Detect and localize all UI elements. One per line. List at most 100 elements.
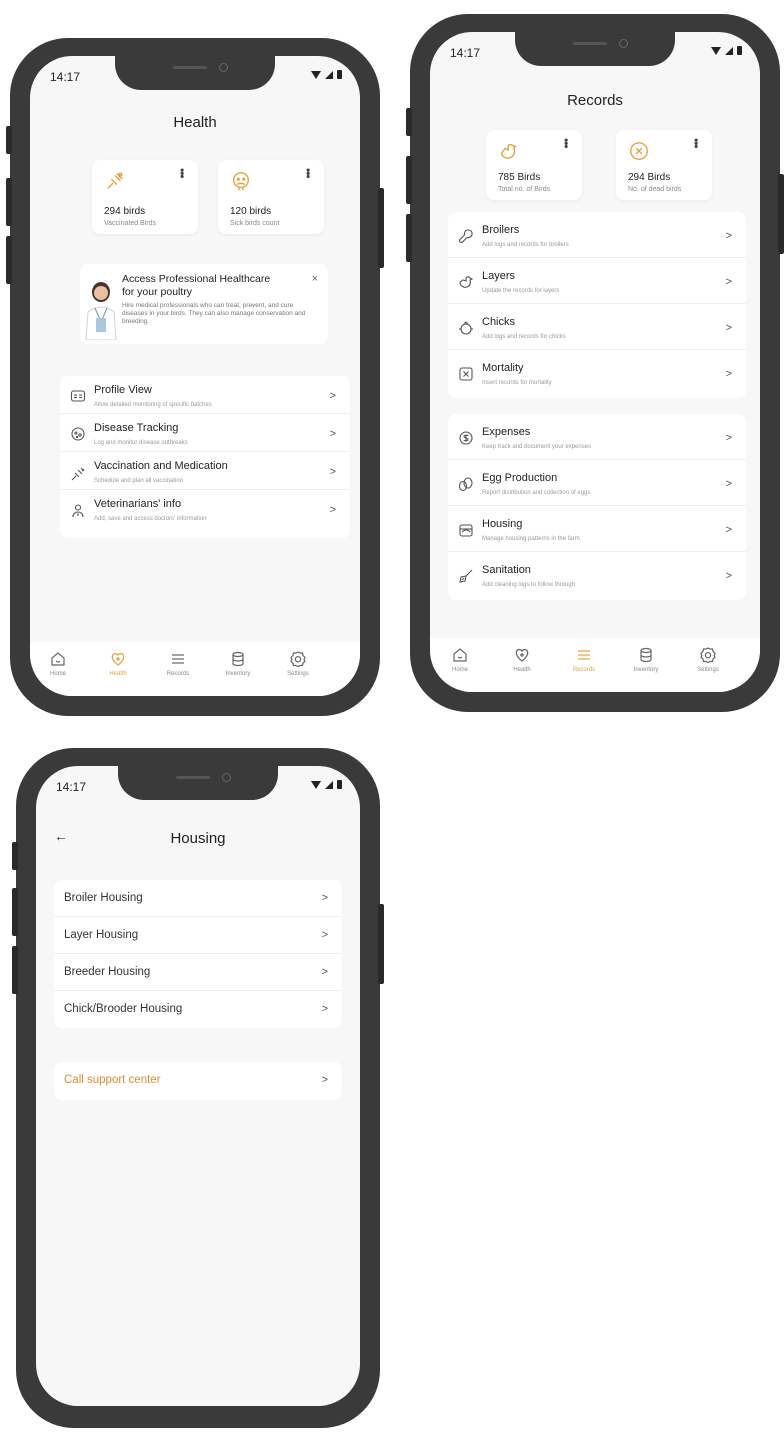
- menu-item-subtitle: Insert records for mortality: [482, 380, 552, 386]
- menu-item-chicks[interactable]: Chicks Add logs and records for chicks >: [448, 304, 746, 350]
- stat-label: No. of dead birds: [628, 186, 682, 193]
- side-button: [12, 888, 18, 936]
- syringe-bird-icon: [107, 172, 123, 189]
- page-title: Records: [567, 92, 623, 109]
- chevron-right-icon: >: [725, 322, 732, 334]
- notch: [115, 56, 275, 90]
- housing-item-title: Broiler Housing: [64, 892, 143, 904]
- close-icon[interactable]: ×: [312, 273, 318, 285]
- menu-item-veterinarians[interactable]: Veterinarians' info Add, save and access…: [60, 490, 350, 528]
- nav-home[interactable]: Home: [32, 650, 84, 677]
- menu-item-layers[interactable]: Layers Update the records for layers >: [448, 258, 746, 304]
- nav-home[interactable]: Home: [434, 646, 486, 673]
- menu-item-title: Egg Production: [482, 472, 558, 484]
- signal-icon: [725, 46, 733, 55]
- stat-label: Total no. of Birds: [498, 186, 551, 193]
- banner-description: Hire medical professionals who can treat…: [122, 302, 306, 325]
- call-support-button[interactable]: Call support center >: [54, 1062, 342, 1100]
- housing-item-broiler[interactable]: Broiler Housing >: [54, 880, 342, 917]
- side-button: [6, 236, 12, 284]
- nav-inventory[interactable]: Inventory: [212, 650, 264, 677]
- menu-item-disease-tracking[interactable]: Disease Tracking Log and monitor disease…: [60, 414, 350, 452]
- housing-item-breeder[interactable]: Breeder Housing >: [54, 954, 342, 991]
- menu-item-subtitle: Add cleaning logs to follow through: [482, 582, 576, 588]
- side-button: [778, 174, 784, 254]
- menu-item-title: Layers: [482, 270, 516, 282]
- menu-item-sanitation[interactable]: Sanitation Add cleaning logs to follow t…: [448, 552, 746, 600]
- menu-item-subtitle: Schedule and plan all vaccination: [94, 478, 184, 484]
- chevron-right-icon: >: [321, 966, 328, 978]
- nav-health[interactable]: Health: [92, 650, 144, 677]
- side-button: [406, 156, 412, 204]
- phone-health: 14:17 Health ••• 294 birds Vaccinated Bi…: [6, 38, 384, 716]
- menu-item-housing[interactable]: Housing Manage housing patterns in the f…: [448, 506, 746, 552]
- nav-settings[interactable]: Settings: [272, 650, 324, 677]
- signal-icon: [325, 780, 333, 789]
- nav-records[interactable]: Records: [152, 650, 204, 677]
- menu-item-subtitle: Manage housing patterns in the farm: [482, 536, 580, 542]
- status-icons: [311, 780, 342, 789]
- stat-value: 294 Birds: [628, 172, 671, 183]
- stat-value: 120 birds: [230, 206, 272, 217]
- dead-birds-card[interactable]: ••• 294 Birds No. of dead birds: [616, 130, 712, 200]
- menu-item-title: Profile View: [94, 384, 152, 396]
- nav-label: Home: [451, 667, 468, 673]
- doctor-icon: [72, 504, 84, 518]
- status-time: 14:17: [450, 46, 481, 60]
- menu-item-title: Expenses: [482, 426, 531, 438]
- total-birds-card[interactable]: ••• 785 Birds Total no. of Birds: [486, 130, 582, 200]
- menu-item-broilers[interactable]: Broilers Add logs and records for broile…: [448, 212, 746, 258]
- health-icon: [111, 652, 125, 666]
- doctor-avatar: [85, 282, 117, 340]
- more-options-icon[interactable]: •••: [559, 138, 573, 148]
- hen-icon: [459, 276, 474, 288]
- healthcare-banner[interactable]: Access Professional Healthcare for your …: [80, 264, 328, 344]
- housing-item-title: Layer Housing: [64, 929, 139, 941]
- stat-label: Vaccinated Birds: [104, 220, 157, 227]
- side-button: [6, 126, 12, 154]
- nav-records[interactable]: Records: [558, 646, 610, 673]
- menu-item-title: Disease Tracking: [94, 422, 179, 434]
- support-list: Call support center >: [54, 1062, 342, 1100]
- menu-item-mortality[interactable]: Mortality Insert records for mortality >: [448, 350, 746, 398]
- menu-item-egg-production[interactable]: Egg Production Report distribution and c…: [448, 460, 746, 506]
- menu-item-profile-view[interactable]: Profile View Allow detailed monitoring o…: [60, 376, 350, 414]
- nav-label: Health: [513, 667, 531, 673]
- status-icons: [311, 70, 342, 79]
- records-screen: 14:17 Records ••• 785 Birds Total no. of…: [430, 32, 760, 692]
- chevron-right-icon: >: [329, 504, 336, 516]
- nav-settings[interactable]: Settings: [682, 646, 734, 673]
- more-options-icon[interactable]: •••: [689, 138, 703, 148]
- menu-item-expenses[interactable]: Expenses Keep track and document your ex…: [448, 414, 746, 460]
- side-button: [406, 108, 412, 136]
- banner-title: Access Professional Healthcare: [122, 273, 271, 285]
- nav-health[interactable]: Health: [496, 646, 548, 673]
- side-button: [6, 178, 12, 226]
- home-icon: [453, 648, 467, 662]
- housing-item-layer[interactable]: Layer Housing >: [54, 917, 342, 954]
- menu-item-subtitle: Report distribution and collection of eg…: [482, 490, 591, 496]
- nav-inventory[interactable]: Inventory: [620, 646, 672, 673]
- drumstick-icon: [458, 229, 473, 244]
- vaccinated-birds-card[interactable]: ••• 294 birds Vaccinated Birds: [92, 160, 198, 234]
- chick-icon: [459, 321, 473, 335]
- menu-item-subtitle: Allow detailed monitoring of specific ba…: [94, 402, 212, 408]
- more-options-icon[interactable]: •••: [301, 168, 315, 178]
- wifi-icon: [311, 780, 321, 789]
- status-time: 14:17: [50, 70, 81, 84]
- wifi-icon: [311, 70, 321, 79]
- bottom-nav: Home Health Records Inventory Settings: [30, 642, 360, 696]
- more-options-icon[interactable]: •••: [175, 168, 189, 178]
- wifi-icon: [711, 46, 721, 55]
- chevron-right-icon: >: [329, 428, 336, 440]
- side-button: [378, 188, 384, 268]
- menu-item-vaccination[interactable]: Vaccination and Medication Schedule and …: [60, 452, 350, 490]
- chevron-right-icon: >: [329, 466, 336, 478]
- menu-item-title: Chicks: [482, 316, 516, 328]
- housing-item-chick-brooder[interactable]: Chick/Brooder Housing >: [54, 991, 342, 1028]
- dead-bird-icon: [630, 142, 648, 160]
- sick-bird-icon: [232, 172, 250, 191]
- sick-birds-card[interactable]: ••• 120 birds Sick birds count: [218, 160, 324, 234]
- page-title: Health: [173, 114, 217, 131]
- chevron-right-icon: >: [725, 432, 732, 444]
